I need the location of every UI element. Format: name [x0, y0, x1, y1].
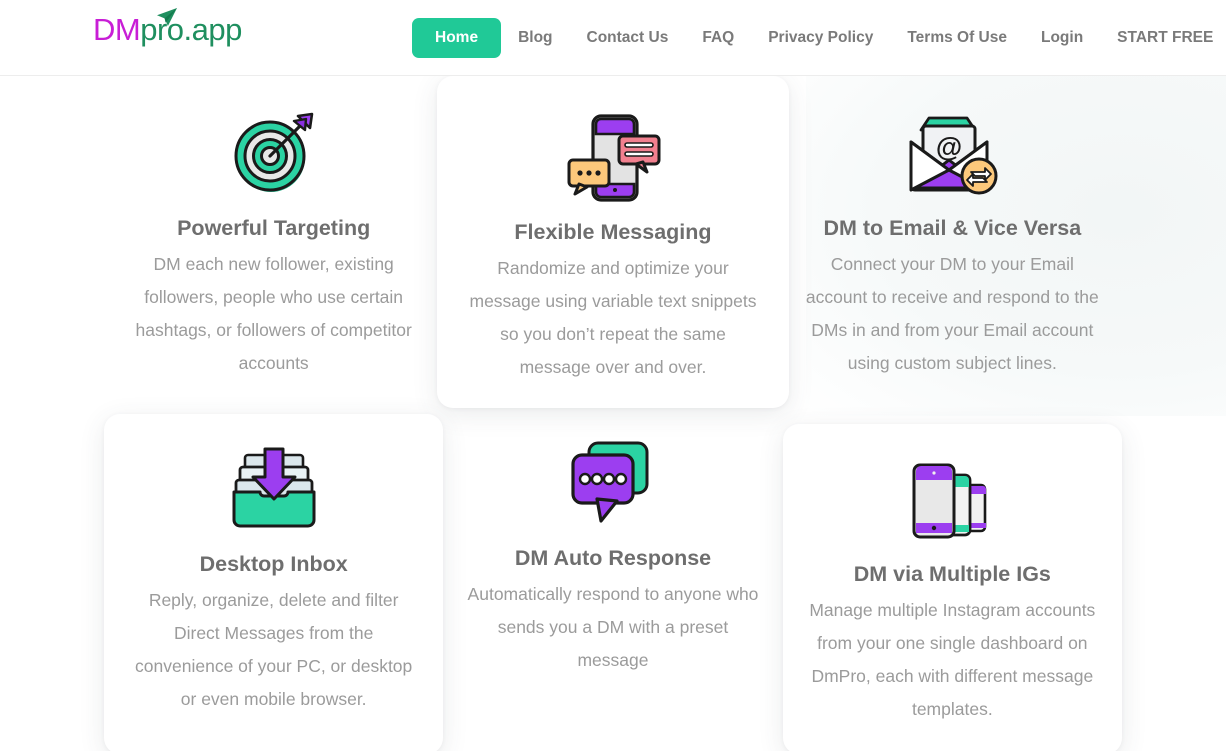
nav-item-start-free[interactable]: START FREE — [1100, 30, 1226, 46]
brand-logo-dm: DM — [93, 12, 141, 47]
feature-icon-wrap: @ — [903, 106, 1001, 202]
feature-card-flexible-messaging[interactable]: Flexible Messaging Randomize and optimiz… — [437, 76, 789, 408]
paper-plane-icon — [157, 8, 177, 26]
nav-item-contact-us[interactable]: Contact Us — [570, 30, 686, 46]
feature-title: Desktop Inbox — [199, 552, 348, 576]
feature-description: DM each new follower, existing followers… — [135, 253, 412, 373]
feature-icon-wrap — [910, 452, 994, 548]
inbox-tray-download-icon — [232, 447, 316, 528]
nav-item-terms-of-use[interactable]: Terms Of Use — [890, 30, 1024, 46]
brand-logo[interactable]: DMpro.app — [93, 8, 242, 47]
feature-title: DM Auto Response — [514, 546, 712, 570]
phone-chat-bubbles-icon — [567, 114, 661, 202]
feature-card-desktop-inbox[interactable]: Desktop Inbox Reply, organize, delete an… — [104, 414, 444, 751]
feature-title: DM to Email & Vice Versa — [823, 216, 1082, 240]
feature-card-dm-auto-response[interactable]: DM Auto Response Automatically respond t… — [443, 414, 782, 751]
feature-card-dm-to-email[interactable]: @ DM to Email & Vice Versa Connect your … — [783, 84, 1122, 408]
email-envelope-sync-icon: @ — [909, 116, 998, 195]
feature-description: Randomize and optimize your message usin… — [469, 257, 757, 377]
nav-item-privacy-policy[interactable]: Privacy Policy — [751, 30, 890, 46]
nav-item-faq[interactable]: FAQ — [685, 30, 751, 46]
feature-icon-wrap — [229, 442, 319, 538]
feature-title: Powerful Targeting — [177, 216, 371, 240]
feature-title: Flexible Messaging — [514, 220, 712, 244]
site-header: DMpro.app Home Blog Contact Us FAQ Priva… — [0, 0, 1226, 76]
feature-description: Reply, organize, delete and filter Direc… — [135, 589, 413, 709]
target-dartboard-icon — [234, 112, 313, 192]
feature-description: Manage multiple Instagram accounts from … — [809, 599, 1096, 719]
feature-card-powerful-targeting[interactable]: Powerful Targeting DM each new follower,… — [104, 84, 443, 408]
feature-icon-wrap — [563, 110, 663, 206]
svg-text:@: @ — [936, 132, 962, 162]
chat-bubbles-dots-icon — [571, 441, 649, 523]
feature-description: Connect your DM to your Email account to… — [805, 253, 1099, 373]
feature-description: Automatically respond to anyone who send… — [467, 583, 759, 670]
nav-item-login[interactable]: Login — [1024, 30, 1100, 46]
page-root: DMpro.app Home Blog Contact Us FAQ Priva… — [0, 0, 1226, 751]
feature-card-dm-via-multiple-igs[interactable]: DM via Multiple IGs Manage multiple Inst… — [782, 424, 1122, 751]
main-navigation: Home Blog Contact Us FAQ Privacy Policy … — [412, 0, 1226, 76]
nav-item-home[interactable]: Home — [412, 18, 502, 58]
feature-icon-wrap — [228, 106, 320, 202]
feature-icon-wrap — [567, 436, 659, 532]
multiple-devices-icon — [912, 463, 987, 539]
features-grid: Powerful Targeting DM each new follower,… — [0, 76, 1226, 751]
feature-title: DM via Multiple IGs — [853, 562, 1051, 586]
nav-item-blog[interactable]: Blog — [501, 30, 569, 46]
